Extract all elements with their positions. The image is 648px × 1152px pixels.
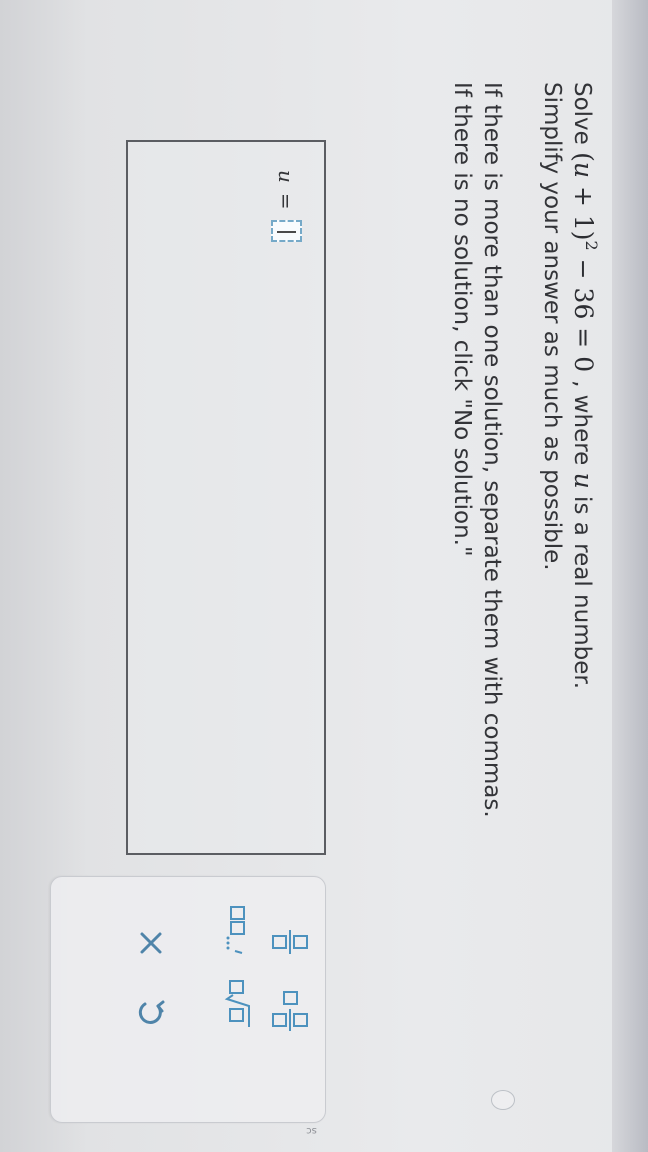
radical-icon	[215, 977, 257, 1031]
equation-open-paren: (	[569, 152, 598, 162]
equation-rest: − 36 = 0	[569, 250, 598, 373]
instruction-simplify: Simplify your answer as much as possible…	[539, 82, 565, 571]
fraction-icon	[269, 915, 311, 969]
instruction-multiple: If there is more than one solution, sepa…	[479, 82, 505, 818]
mixed-number-icon	[269, 985, 311, 1039]
edge-fragment: sc	[306, 1125, 317, 1137]
instruction-no-solution: If there is no solution, click "No solut…	[449, 82, 475, 557]
answer-variable: u	[274, 170, 299, 183]
clear-button[interactable]	[127, 919, 175, 967]
edge-control[interactable]	[491, 1090, 515, 1110]
real-number-text: is a real number.	[569, 488, 595, 690]
fraction-button[interactable]	[269, 915, 311, 969]
mixed-number-button[interactable]	[269, 985, 311, 1039]
list-button[interactable]	[215, 903, 257, 957]
top-shade	[612, 0, 648, 1152]
question-text: Solve (u + 1)2 − 36 = 0 , where u is a r…	[447, 82, 606, 1122]
screen: Solve (u + 1)2 − 36 = 0 , where u is a r…	[0, 0, 648, 1152]
answer-input[interactable]	[271, 219, 302, 242]
question-line-1: Solve (u + 1)2 − 36 = 0 , where u is a r…	[567, 82, 606, 1122]
answer-row: u =	[271, 170, 302, 242]
math-keypad	[50, 876, 326, 1123]
list-icon	[215, 903, 257, 957]
where-text: , where	[569, 380, 595, 473]
equation-plus-one: + 1)	[569, 178, 598, 241]
variable-inline: u	[569, 472, 598, 489]
equation: (u + 1)2 − 36 = 0	[569, 152, 601, 380]
close-icon	[127, 919, 175, 967]
solve-label: Solve	[569, 82, 595, 145]
equation-variable: u	[569, 161, 598, 179]
radical-button[interactable]	[215, 977, 257, 1031]
answer-equals: =	[274, 192, 299, 210]
answer-area[interactable]: u =	[126, 140, 326, 855]
undo-button[interactable]	[127, 989, 175, 1037]
undo-icon	[127, 989, 175, 1037]
equation-exponent: 2	[582, 240, 601, 251]
